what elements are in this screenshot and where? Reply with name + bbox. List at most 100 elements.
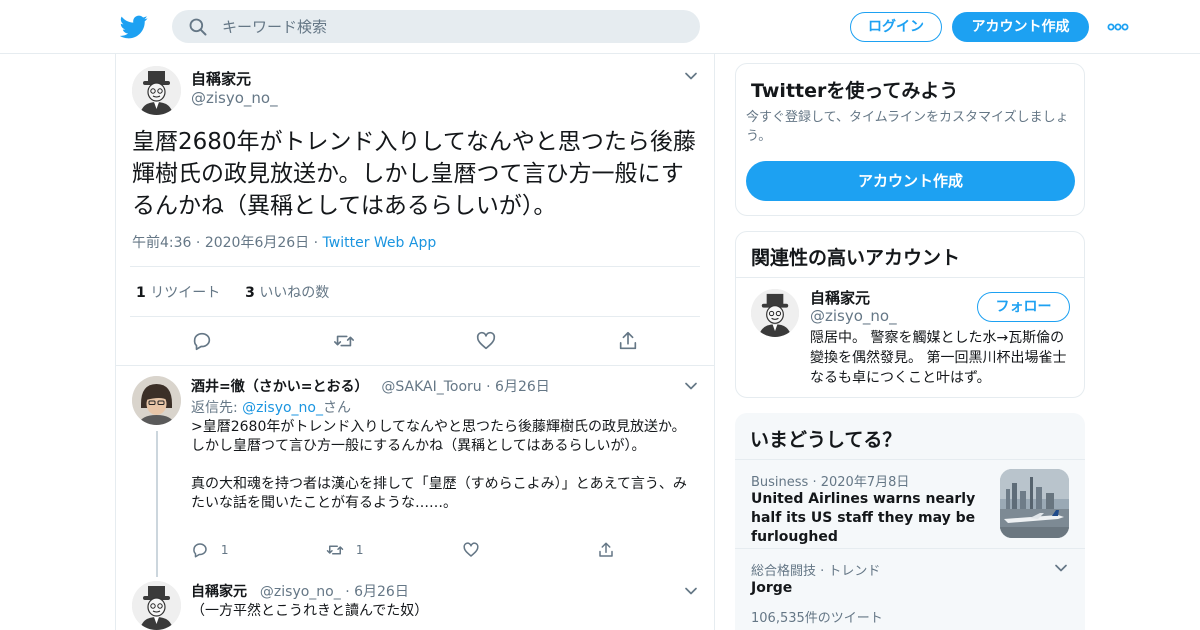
twitter-bird-icon[interactable] [120,13,148,41]
trends-title: いまどうしてる？ [750,429,902,451]
reply-author-name[interactable]: 自稱家元 [191,584,247,600]
reply-body-text: 真の大和魂を持つ者は漢心を排して「皇歴（すめらこよみ）」とあえて言う、みたいな話… [191,476,687,511]
reply-date[interactable]: 6月26日 [354,584,409,600]
avatar-illustration [751,289,799,337]
author-name[interactable]: 自稱家元 [191,68,251,89]
avatar-photo [132,376,181,425]
avatar[interactable] [132,581,181,630]
avatar[interactable] [132,376,181,425]
related-account-bio: 隠居中。 警察を觸媒とした水→瓦斯倫の變換を偶然發見。 第一回黑川杯出場雀士なる… [810,330,1067,386]
divider [735,548,1085,549]
retweet-stat[interactable]: 1 リツイート [136,285,220,301]
replying-prefix: 返信先: [191,400,243,416]
reply-date[interactable]: 6月26日 [495,379,550,395]
retweet-button[interactable] [333,330,355,352]
reply-quote: >皇暦2680年がトレンド入りしてなんやと思つたら後藤輝樹氏の政見放送か。しかし… [191,419,686,454]
airplane-skyline-image [1000,469,1069,538]
more-dots-icon[interactable] [1107,18,1129,36]
tweet-text: 皇暦2680年がトレンド入りしてなんやと思つたら後藤輝樹氏の政見放送か。しかし皇… [132,129,696,219]
tweet-source-app[interactable]: Twitter Web App [323,235,437,251]
divider [130,316,700,317]
retweet-button[interactable]: 1 [326,541,363,559]
tweet-date[interactable]: 2020年6月26日 [205,235,309,251]
trend-thumbnail [1000,469,1069,538]
top-navigation-bar: ログイン アカウント作成 [0,0,1200,54]
reply-author-name[interactable]: 酒井=徹（さかい=とおる） [191,379,368,395]
like-label: いいねの数 [259,285,330,301]
avatar[interactable] [751,289,799,337]
follow-button[interactable]: フォロー [977,292,1070,322]
meta-separator: · [195,235,205,251]
divider [130,266,700,267]
reply-text: >皇暦2680年がトレンド入りしてなんやと思つたら後藤輝樹氏の政見放送か。しかし… [191,418,691,513]
trend-tweet-count: 106,535件のツイート [751,611,883,626]
reply-button[interactable] [191,330,213,352]
avatar-illustration [132,66,181,115]
trend-date: 2020年7月8日 [820,475,910,490]
divider [735,459,1085,460]
tweet-time[interactable]: 午前4:36 [132,235,191,251]
retweet-count: 1 [355,542,364,557]
like-icon [463,542,479,557]
signup-card-title: Twitterを使ってみよう [751,80,959,102]
author-handle[interactable]: @zisyo_no_ [191,89,278,107]
search-input[interactable] [222,10,682,43]
chevron-down-icon[interactable] [683,583,699,599]
related-account-name[interactable]: 自稱家元 [810,287,870,308]
avatar[interactable] [132,66,181,115]
login-button[interactable]: ログイン [850,12,942,42]
like-count: 3 [245,285,255,301]
trend-title: United Airlines warns nearly half its US… [751,491,976,545]
reply-author-handle[interactable]: @zisyo_no_ [260,584,341,600]
retweet-icon [326,545,344,555]
replying-to-link[interactable]: @zisyo_no_ [242,400,323,416]
chevron-down-icon[interactable] [683,378,699,394]
share-icon [619,331,637,350]
reply-author-line: 自稱家元 @zisyo_no_ · 6月26日 [191,581,409,601]
retweet-label: リツイート [150,285,221,301]
share-icon [599,542,613,557]
reply-button[interactable]: 1 [191,541,228,559]
trend-category: 総合格闘技 · トレンド [751,564,881,579]
thread-line [156,431,158,577]
timeline-column: 自稱家元 @zisyo_no_ 皇暦2680年がトレンド入りしてなんやと思つたら… [115,54,715,630]
like-stat[interactable]: 3 いいねの数 [245,285,329,301]
like-button[interactable] [462,541,480,559]
replying-to: 返信先: @zisyo_no_さん [191,397,351,417]
replying-suffix: さん [323,400,351,416]
like-button[interactable] [475,330,497,352]
meta-separator: · [486,379,496,395]
trend-category-label: Business [751,475,809,490]
divider [116,365,714,366]
avatar-illustration [132,581,181,630]
meta-separator: · [345,584,355,600]
like-icon [476,331,496,350]
related-account-handle[interactable]: @zisyo_no_ [810,307,897,325]
reply-text: （一方平然とこうれきと讀んでた奴） [191,603,429,619]
chevron-down-icon[interactable] [1053,560,1069,576]
retweet-icon [334,335,354,347]
related-accounts-card: 関連性の高いアカウント 自稱家元 @zisyo_no_ フォロー 隠居中。 警察… [735,231,1085,398]
search-icon [189,18,207,36]
trends-card: いまどうしてる？ Business · 2020年7月8日 United Air… [735,413,1085,630]
chevron-down-icon[interactable] [683,68,699,84]
reply-author-line: 酒井=徹（さかい=とおる） @SAKAI_Tooru · 6月26日 [191,376,550,396]
divider [736,277,1084,278]
signup-card-button[interactable]: アカウント作成 [746,161,1075,201]
search-box[interactable] [172,10,700,43]
tweet-meta: 午前4:36 · 2020年6月26日 · Twitter Web App [132,232,436,252]
meta-separator: · [812,475,821,490]
signup-card-description: 今すぐ登録して、タイムラインをカスタマイズしましょう。 [746,110,1069,144]
trend-title: Jorge [751,580,793,596]
reply-count: 1 [220,542,229,557]
signup-card: Twitterを使ってみよう 今すぐ登録して、タイムラインをカスタマイズしましょ… [735,63,1085,216]
share-button[interactable] [617,330,639,352]
reply-icon [193,332,211,351]
meta-separator: · [313,235,323,251]
related-accounts-title: 関連性の高いアカウント [751,247,961,269]
signup-button[interactable]: アカウント作成 [952,12,1089,42]
reply-author-handle[interactable]: @SAKAI_Tooru [381,379,481,395]
tweet-stats: 1 リツイート 3 いいねの数 [136,282,329,302]
trend-category: Business · 2020年7月8日 [751,471,909,490]
share-button[interactable] [597,541,615,559]
